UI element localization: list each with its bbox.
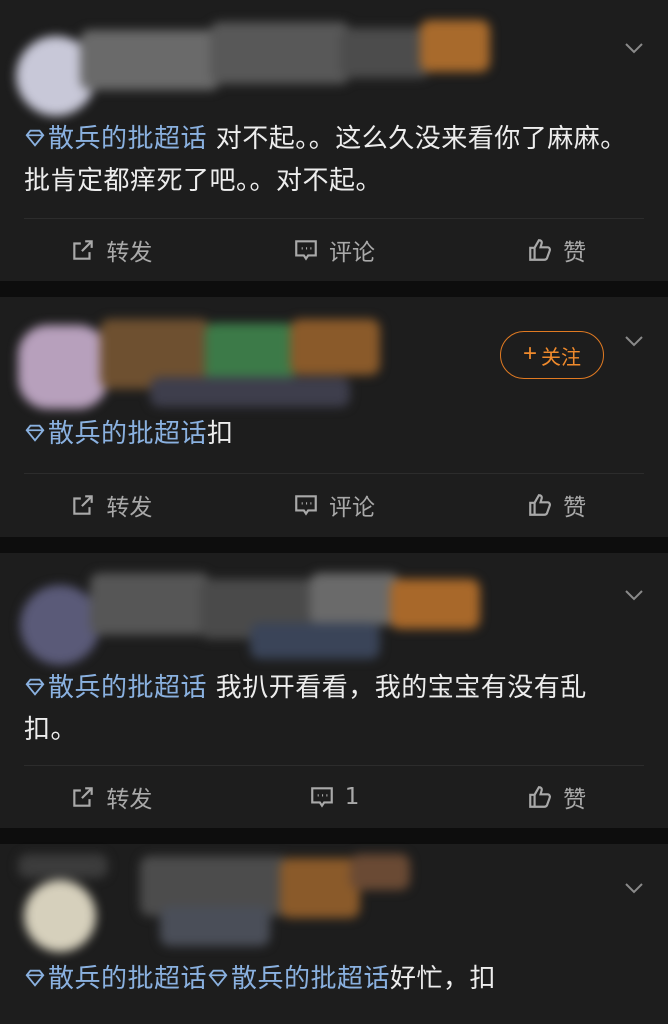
post-text: 散兵的批超话扣 (24, 413, 628, 455)
blurred-user-header (10, 10, 500, 120)
comment-button[interactable]: 1 (223, 784, 446, 810)
post-text: 散兵的批超话 对不起。。这么久没来看你了麻麻。批肯定都痒死了吧。。对不起。 (24, 118, 628, 202)
comment-button[interactable]: 评论 (223, 233, 446, 267)
super-topic-link[interactable]: 散兵的批超话 (207, 964, 390, 994)
diamond-icon (208, 969, 228, 987)
share-icon (73, 787, 94, 807)
blurred-user-header (10, 305, 390, 415)
topic-label: 散兵的批超话 (48, 419, 208, 449)
super-topic-link[interactable]: 散兵的批超话 (24, 673, 207, 703)
repost-button[interactable]: 转发 (0, 780, 223, 814)
comment-label: 评论 (329, 495, 375, 521)
like-button[interactable]: 赞 (445, 780, 668, 814)
follow-label: 关注 (541, 346, 581, 369)
repost-button[interactable]: 转发 (0, 233, 223, 267)
comment-label: 评论 (329, 240, 375, 266)
chevron-down-icon[interactable] (622, 876, 646, 900)
like-button[interactable]: 赞 (445, 233, 668, 267)
diamond-icon (25, 678, 45, 696)
post-card[interactable]: 散兵的批超话 对不起。。这么久没来看你了麻麻。批肯定都痒死了吧。。对不起。 转发… (0, 0, 668, 281)
weibo-feed: 散兵的批超话 对不起。。这么久没来看你了麻麻。批肯定都痒死了吧。。对不起。 转发… (0, 0, 668, 1024)
blurred-user-header (10, 561, 490, 671)
action-bar: 转发 评论 赞 (0, 477, 668, 533)
like-label: 赞 (563, 495, 587, 521)
post-card[interactable]: 散兵的批超话 散兵的批超话好忙，扣 (0, 844, 668, 1024)
post-card[interactable]: 散兵的批超话 我扒开看看，我的宝宝有没有乱扣。 转发 1 赞 (0, 553, 668, 828)
comment-icon (295, 240, 317, 261)
plus-icon: + (522, 340, 537, 367)
comment-button[interactable]: 评论 (223, 488, 446, 522)
comment-count: 1 (344, 784, 360, 810)
blurred-user-header (10, 846, 430, 956)
divider (24, 473, 644, 474)
super-topic-link[interactable]: 散兵的批超话 (24, 964, 207, 994)
comment-icon (310, 787, 333, 808)
post-text: 散兵的批超话 散兵的批超话好忙，扣 (24, 958, 628, 1000)
super-topic-link[interactable]: 散兵的批超话 (24, 419, 207, 449)
chevron-down-icon[interactable] (622, 329, 646, 353)
follow-button[interactable]: + 关注 (500, 331, 604, 379)
like-label: 赞 (563, 240, 587, 266)
topic-label: 散兵的批超话 (231, 964, 391, 994)
thumbs-up-icon (529, 786, 552, 808)
divider (24, 218, 644, 219)
thumbs-up-icon (529, 239, 552, 261)
repost-button[interactable]: 转发 (0, 488, 223, 522)
post-body: 好忙，扣 (390, 964, 497, 994)
topic-label: 散兵的批超话 (48, 124, 208, 154)
post-body: 扣 (207, 419, 234, 449)
repost-label: 转发 (106, 495, 153, 521)
repost-label: 转发 (106, 787, 153, 813)
like-button[interactable]: 赞 (445, 488, 668, 522)
share-icon (73, 240, 94, 260)
divider (24, 765, 644, 766)
repost-label: 转发 (106, 240, 153, 266)
thumbs-up-icon (529, 494, 552, 516)
chevron-down-icon[interactable] (622, 583, 646, 607)
diamond-icon (25, 424, 45, 442)
topic-label: 散兵的批超话 (48, 964, 208, 994)
diamond-icon (25, 129, 45, 147)
comment-icon (295, 495, 317, 516)
diamond-icon (25, 969, 45, 987)
action-bar: 转发 评论 赞 (0, 222, 668, 278)
post-text: 散兵的批超话 我扒开看看，我的宝宝有没有乱扣。 (24, 667, 628, 751)
topic-label: 散兵的批超话 (48, 673, 208, 703)
chevron-down-icon[interactable] (622, 36, 646, 60)
super-topic-link[interactable]: 散兵的批超话 (24, 124, 207, 154)
share-icon (73, 495, 94, 515)
post-card[interactable]: + 关注 散兵的批超话扣 转发 评论 赞 (0, 297, 668, 537)
action-bar: 转发 1 赞 (0, 769, 668, 825)
like-label: 赞 (563, 787, 587, 813)
